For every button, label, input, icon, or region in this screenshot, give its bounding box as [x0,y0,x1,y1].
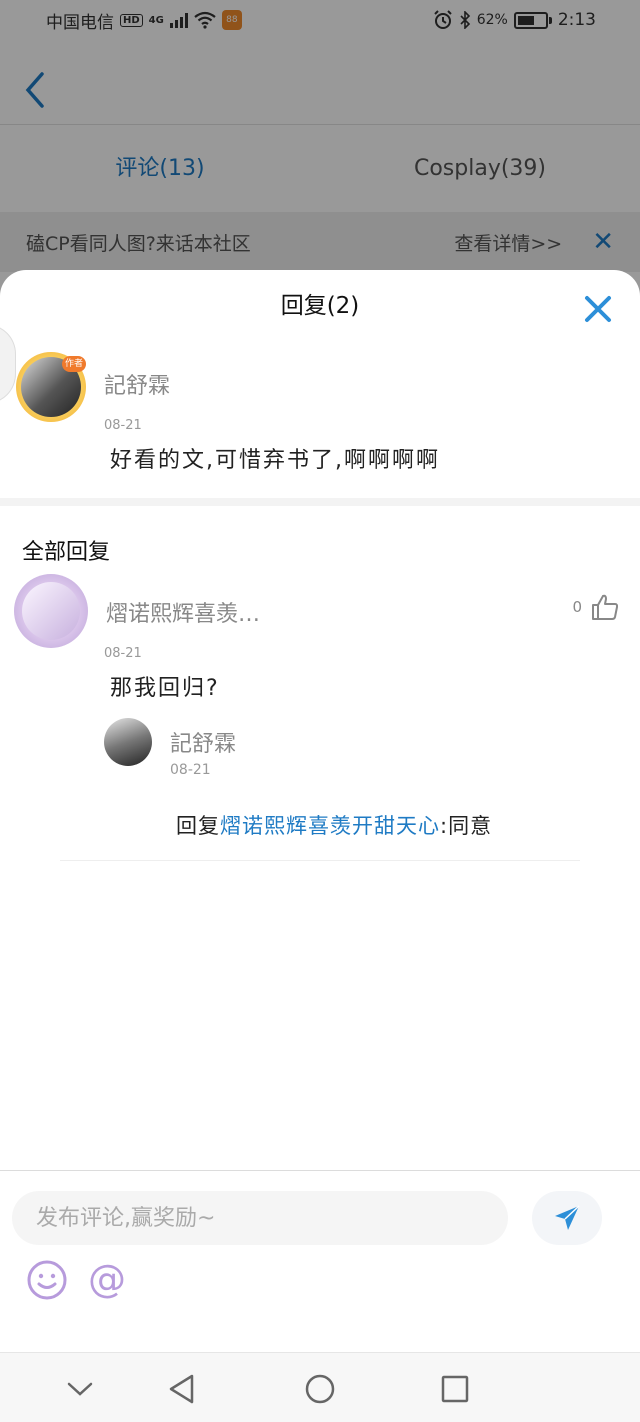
comment-composer: @ [0,1170,640,1352]
emoji-button[interactable] [26,1259,68,1301]
like-button[interactable]: 0 [572,592,620,622]
author-badge: 作者 [62,356,86,372]
all-replies-title: 全部回复 [22,540,111,565]
system-nav-bar [0,1352,640,1422]
sub-reply-body: :同意 [440,814,493,838]
sub-reply-date: 08-21 [170,762,211,778]
like-count: 0 [572,598,582,616]
dim-overlay[interactable] [0,0,640,300]
sub-reply-avatar[interactable] [104,718,152,766]
comment-input[interactable] [12,1191,508,1245]
sub-reply-prefix: 回复 [176,814,220,838]
smiley-icon [27,1260,67,1300]
chevron-down-icon [67,1382,93,1396]
nav-home-button[interactable] [300,1369,340,1409]
reply-avatar-image [22,582,80,640]
triangle-back-icon [169,1374,194,1404]
sheet-title: 回复(2) [280,293,360,319]
reply-avatar[interactable] [14,574,88,648]
reply-text[interactable]: 那我回归? [110,670,220,702]
comment-text[interactable]: 好看的文,可惜弃书了,啊啊啊啊 [110,442,440,474]
reply-divider [60,860,580,861]
nav-back-button[interactable] [162,1369,202,1409]
square-recents-icon [441,1375,469,1403]
mention-button[interactable]: @ [86,1255,128,1303]
reply-author-name[interactable]: 熠诺熙辉喜羡… [106,596,260,628]
thumbs-up-icon [592,594,619,620]
sheet-header: 回复(2) [0,270,640,340]
send-icon [555,1205,580,1230]
close-button[interactable] [578,286,618,326]
sub-reply-author-name[interactable]: 記舒霖 [170,726,236,758]
comment-date: 08-21 [104,418,142,433]
send-button[interactable] [532,1191,602,1245]
nav-recents-button[interactable] [435,1369,475,1409]
comment-author-name[interactable]: 記舒霖 [104,368,170,400]
sub-reply-target-user[interactable]: 熠诺熙辉喜羡开甜天心 [220,814,440,838]
background-page: 中国电信 HD 4G 88 62% 2:13 评论(13) Cosplay(39… [0,0,640,300]
close-icon [585,296,611,322]
nav-hide-keyboard-button[interactable] [60,1369,100,1409]
sub-reply-text[interactable]: 回复熠诺熙辉喜羡开甜天心:同意 [176,810,492,840]
circle-home-icon [305,1374,335,1404]
reply-date: 08-21 [104,646,142,661]
section-divider [0,498,640,506]
